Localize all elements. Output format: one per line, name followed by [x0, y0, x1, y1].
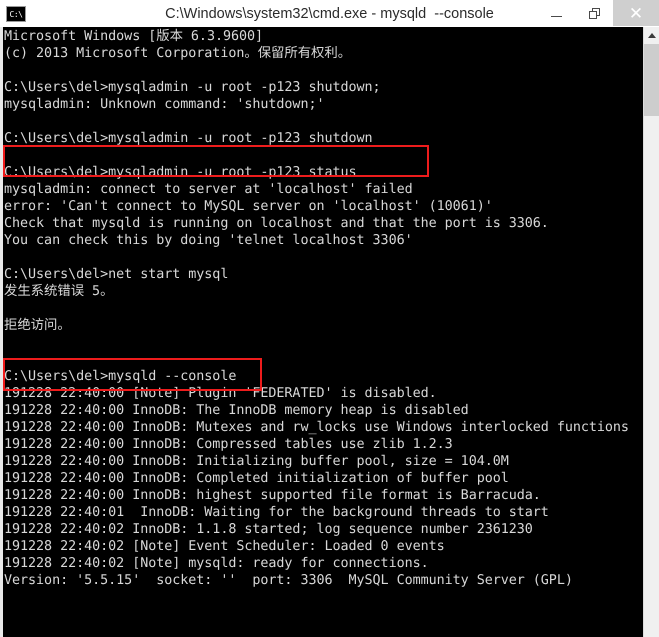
restore-icon [588, 7, 600, 19]
close-button[interactable]: ✕ [613, 0, 659, 26]
scroll-up-button[interactable] [644, 27, 659, 44]
terminal-output[interactable]: Microsoft Windows [版本 6.3.9600] (c) 2013… [3, 27, 643, 637]
close-icon: ✕ [628, 3, 644, 23]
cmd-window: C:\ C:\Windows\system32\cmd.exe - mysqld… [0, 0, 659, 637]
vertical-scrollbar[interactable] [643, 27, 659, 637]
terminal-text: Microsoft Windows [版本 6.3.9600] (c) 2013… [4, 29, 629, 588]
minimize-icon [550, 15, 562, 17]
title-bar[interactable]: C:\ C:\Windows\system32\cmd.exe - mysqld… [0, 0, 659, 28]
minimize-button[interactable] [537, 0, 575, 26]
scrollbar-thumb[interactable] [644, 44, 659, 116]
console-area[interactable]: Microsoft Windows [版本 6.3.9600] (c) 2013… [0, 27, 659, 637]
maximize-restore-button[interactable] [575, 0, 613, 26]
cmd-icon: C:\ [6, 5, 26, 22]
chevron-up-icon [647, 33, 656, 38]
